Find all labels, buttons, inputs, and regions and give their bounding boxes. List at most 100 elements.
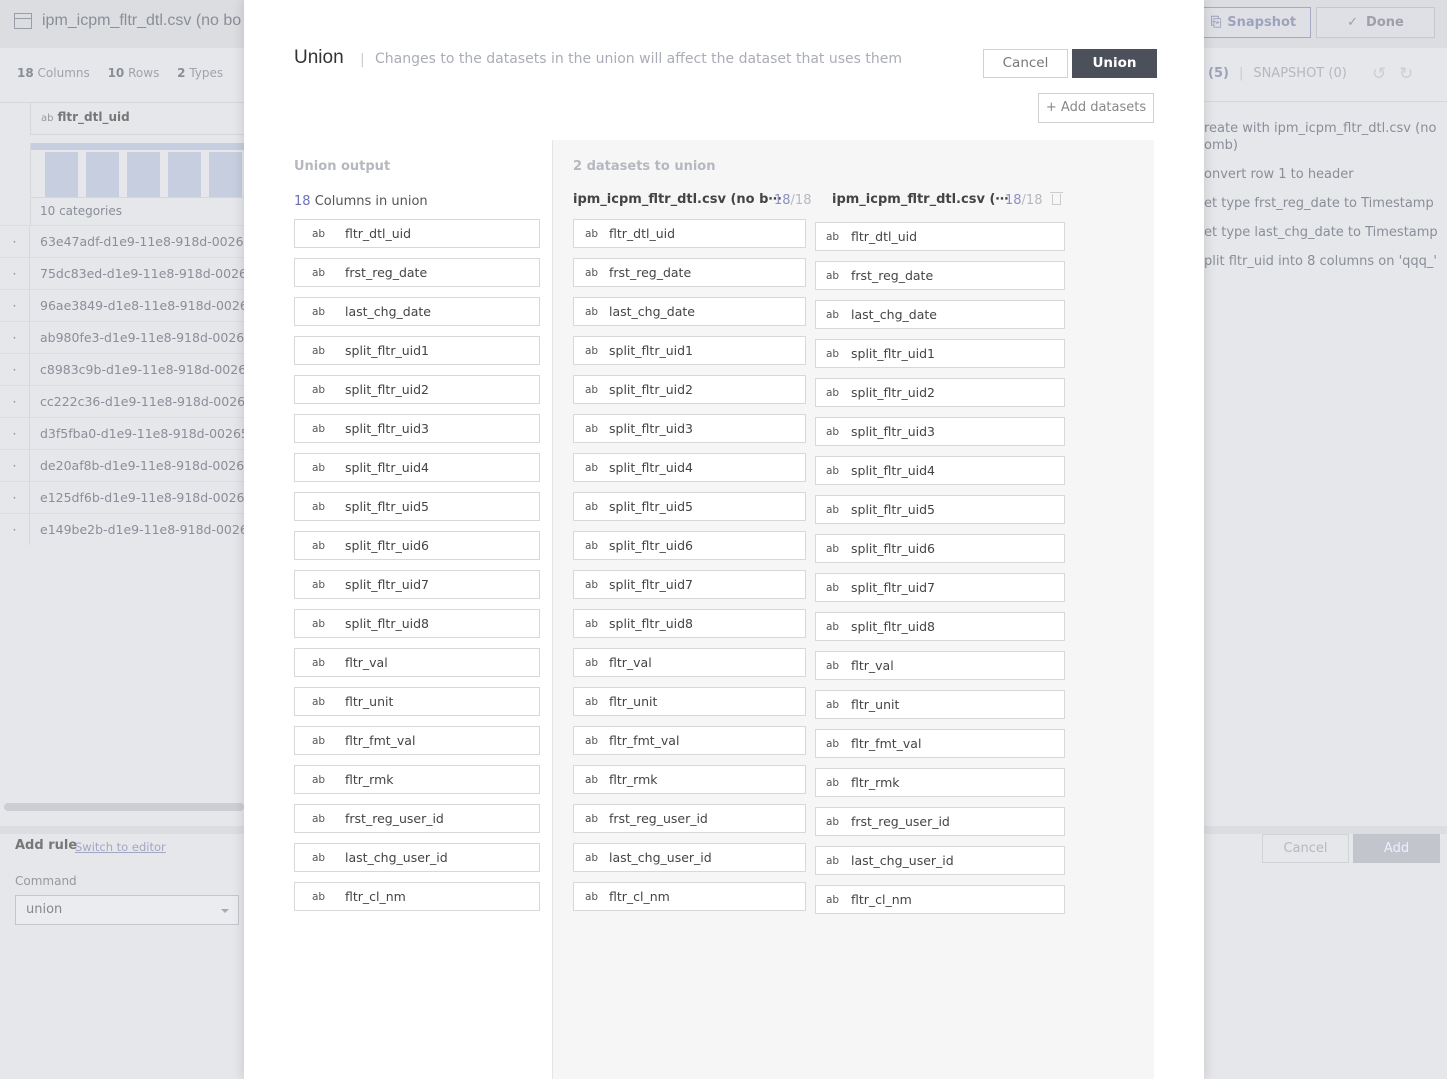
column-name: fltr_fmt_val — [609, 733, 680, 748]
dataset-column[interactable]: ab fltr_rmk — [815, 768, 1065, 797]
union-output-column[interactable]: ab split_fltr_uid7 — [294, 570, 540, 599]
trash-icon[interactable] — [1050, 192, 1063, 205]
dataset-column[interactable]: ab split_fltr_uid8 — [573, 609, 806, 638]
rule-item[interactable]: et type last_chg_date to Timestamp — [1204, 224, 1447, 241]
type-label: ab — [585, 695, 599, 708]
union-output-column[interactable]: ab frst_reg_user_id — [294, 804, 540, 833]
dataset-column[interactable]: ab split_fltr_uid6 — [573, 531, 806, 560]
table-row[interactable]: · 63e47adf-d1e9-11e8-918d-002655 — [0, 225, 244, 257]
dataset-column[interactable]: ab split_fltr_uid2 — [573, 375, 806, 404]
table-row[interactable]: · 75dc83ed-d1e9-11e8-918d-002655 — [0, 257, 244, 289]
dataset-column[interactable]: ab split_fltr_uid1 — [815, 339, 1065, 368]
cancel-button[interactable]: Cancel — [983, 49, 1068, 78]
dataset-column[interactable]: ab fltr_fmt_val — [815, 729, 1065, 758]
column-header[interactable]: ab fltr_dtl_uid — [30, 103, 244, 135]
dataset-column[interactable]: ab split_fltr_uid3 — [815, 417, 1065, 446]
dataset-column[interactable]: ab last_chg_date — [573, 297, 806, 326]
dataset-column[interactable]: ab last_chg_user_id — [815, 846, 1065, 875]
column-name: fltr_val — [851, 658, 894, 673]
table-row[interactable]: · de20af8b-d1e9-11e8-918d-002655 — [0, 449, 244, 481]
table-row[interactable]: · e125df6b-d1e9-11e8-918d-002655 — [0, 481, 244, 513]
union-output-column[interactable]: ab fltr_dtl_uid — [294, 219, 540, 248]
tab-snapshot[interactable]: SNAPSHOT (0) — [1253, 66, 1346, 81]
table-row[interactable]: · 96ae3849-d1e8-11e8-918d-002655 — [0, 289, 244, 321]
dataset-column[interactable]: ab split_fltr_uid8 — [815, 612, 1065, 641]
tab-rules[interactable]: (5) — [1208, 66, 1229, 81]
dataset-column[interactable]: ab split_fltr_uid7 — [573, 570, 806, 599]
column-histogram[interactable] — [30, 143, 245, 197]
dataset-column[interactable]: ab fltr_unit — [573, 687, 806, 716]
dataset-column[interactable]: ab split_fltr_uid4 — [573, 453, 806, 482]
type-label: ab — [312, 344, 326, 357]
dataset-column[interactable]: ab fltr_val — [815, 651, 1065, 680]
dataset-column[interactable]: ab frst_reg_date — [573, 258, 806, 287]
union-output-column[interactable]: ab frst_reg_date — [294, 258, 540, 287]
union-output-column[interactable]: ab fltr_val — [294, 648, 540, 677]
row-marker: · — [0, 386, 30, 417]
union-output-column[interactable]: ab split_fltr_uid8 — [294, 609, 540, 638]
union-output-column[interactable]: ab fltr_rmk — [294, 765, 540, 794]
rule-item[interactable]: omb) — [1204, 137, 1447, 154]
dataset-column[interactable]: ab last_chg_user_id — [573, 843, 806, 872]
redo-icon[interactable]: ↻ — [1399, 64, 1413, 84]
table-row[interactable]: · c8983c9b-d1e9-11e8-918d-002655 — [0, 353, 244, 385]
dataset-column[interactable]: ab split_fltr_uid1 — [573, 336, 806, 365]
union-output-column[interactable]: ab split_fltr_uid2 — [294, 375, 540, 404]
command-select[interactable]: union — [15, 895, 239, 925]
table-row[interactable]: · e149be2b-d1e9-11e8-918d-002655 — [0, 513, 244, 545]
column-name: frst_reg_user_id — [851, 814, 950, 829]
dataset-column[interactable]: ab split_fltr_uid7 — [815, 573, 1065, 602]
dataset-column[interactable]: ab split_fltr_uid2 — [815, 378, 1065, 407]
union-output-column[interactable]: ab fltr_unit — [294, 687, 540, 716]
rule-item[interactable]: plit fltr_uid into 8 columns on 'qqq_' — [1204, 253, 1447, 270]
horizontal-scrollbar[interactable] — [4, 803, 244, 811]
rule-item[interactable]: reate with ipm_icpm_fltr_dtl.csv (no — [1204, 120, 1447, 137]
dataset-column[interactable]: ab frst_reg_user_id — [815, 807, 1065, 836]
undo-icon[interactable]: ↺ — [1372, 64, 1386, 84]
row-marker: · — [0, 514, 30, 545]
cell-value: cc222c36-d1e9-11e8-918d-002655 — [40, 394, 244, 409]
dataset-column[interactable]: ab split_fltr_uid4 — [815, 456, 1065, 485]
union-output-column[interactable]: ab fltr_cl_nm — [294, 882, 540, 911]
add-datasets-button[interactable]: + Add datasets — [1038, 93, 1154, 123]
table-row[interactable]: · cc222c36-d1e9-11e8-918d-002655 — [0, 385, 244, 417]
dataset-column[interactable]: ab fltr_rmk — [573, 765, 806, 794]
rule-cancel-button[interactable]: Cancel — [1262, 834, 1349, 863]
union-output-column[interactable]: ab fltr_fmt_val — [294, 726, 540, 755]
rule-item[interactable]: onvert row 1 to header — [1204, 166, 1447, 183]
dataset-column[interactable]: ab fltr_dtl_uid — [573, 219, 806, 248]
union-output-column[interactable]: ab split_fltr_uid5 — [294, 492, 540, 521]
dataset-column[interactable]: ab fltr_cl_nm — [573, 882, 806, 911]
column-name: split_fltr_uid3 — [609, 421, 693, 436]
column-name: fltr_fmt_val — [345, 733, 416, 748]
union-button[interactable]: Union — [1072, 49, 1157, 78]
union-output-column[interactable]: ab split_fltr_uid6 — [294, 531, 540, 560]
dataset-column[interactable]: ab fltr_unit — [815, 690, 1065, 719]
column-name: split_fltr_uid6 — [851, 541, 935, 556]
union-output-column[interactable]: ab split_fltr_uid1 — [294, 336, 540, 365]
union-output-column[interactable]: ab split_fltr_uid4 — [294, 453, 540, 482]
rule-item[interactable]: et type frst_reg_date to Timestamp — [1204, 195, 1447, 212]
dataset-column[interactable]: ab fltr_val — [573, 648, 806, 677]
dataset-column[interactable]: ab split_fltr_uid3 — [573, 414, 806, 443]
dataset-column[interactable]: ab split_fltr_uid5 — [815, 495, 1065, 524]
dataset-column[interactable]: ab split_fltr_uid5 — [573, 492, 806, 521]
type-label: ab — [826, 854, 840, 867]
dataset-column[interactable]: ab last_chg_date — [815, 300, 1065, 329]
dataset-column[interactable]: ab fltr_dtl_uid — [815, 222, 1065, 251]
dataset-column[interactable]: ab fltr_cl_nm — [815, 885, 1065, 914]
table-row[interactable]: · d3f5fba0-d1e9-11e8-918d-002655 — [0, 417, 244, 449]
dataset-column[interactable]: ab frst_reg_user_id — [573, 804, 806, 833]
table-row[interactable]: · ab980fe3-d1e9-11e8-918d-002655 — [0, 321, 244, 353]
union-output-column[interactable]: ab split_fltr_uid3 — [294, 414, 540, 443]
switch-to-editor-link[interactable]: Switch to editor — [75, 840, 166, 854]
done-button[interactable]: ✓ Done — [1316, 7, 1435, 38]
dataset-column[interactable]: ab frst_reg_date — [815, 261, 1065, 290]
union-output-column[interactable]: ab last_chg_user_id — [294, 843, 540, 872]
type-label: ab — [312, 734, 326, 747]
rule-add-button[interactable]: Add — [1353, 834, 1440, 863]
dataset-column[interactable]: ab split_fltr_uid6 — [815, 534, 1065, 563]
union-output-column[interactable]: ab last_chg_date — [294, 297, 540, 326]
snapshot-button[interactable]: ⎘ Snapshot — [1196, 7, 1311, 38]
dataset-column[interactable]: ab fltr_fmt_val — [573, 726, 806, 755]
